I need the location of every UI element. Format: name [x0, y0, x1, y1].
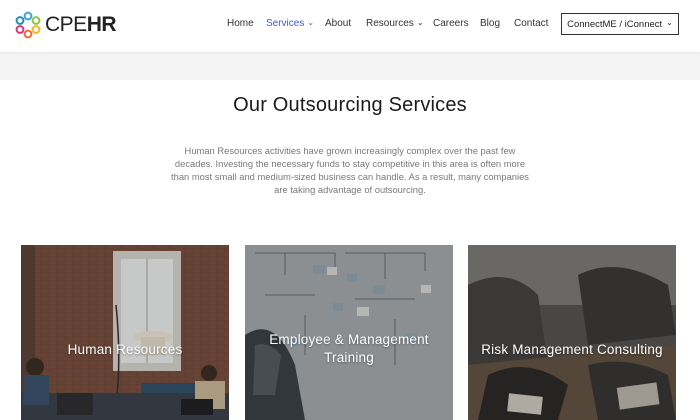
- service-card-human-resources[interactable]: Human Resources: [21, 245, 229, 420]
- nav-item-about[interactable]: About: [325, 18, 351, 29]
- chevron-down-icon: ⌄: [416, 17, 424, 27]
- card-label: Risk Management Consulting: [481, 342, 663, 357]
- header-band: [0, 52, 700, 80]
- nav-item-blog[interactable]: Blog: [480, 18, 500, 29]
- nav-item-label: About: [325, 18, 352, 29]
- nav-item-careers[interactable]: Careers: [433, 18, 469, 29]
- nav-item-label: Resources: [366, 18, 414, 29]
- intro-text: Human Resources activities have grown in…: [171, 145, 529, 196]
- chevron-down-icon: ⌄: [307, 17, 315, 27]
- nav-item-label: Home: [227, 18, 254, 29]
- card-label: Employee & Management Training: [269, 332, 429, 366]
- connect-me-button[interactable]: ConnectME / iConnect ⌄: [561, 13, 679, 35]
- service-card-risk-management[interactable]: Risk Management Consulting: [468, 245, 676, 420]
- card-overlay: [21, 245, 229, 420]
- nav-item-label: Blog: [480, 18, 501, 29]
- service-card-training[interactable]: Employee & Management Training: [245, 245, 453, 420]
- site-header: CPEHR Home Services ⌄ About Resources ⌄ …: [0, 0, 700, 52]
- nav-item-label: Contact: [514, 18, 549, 29]
- nav-item-home[interactable]: Home: [227, 18, 254, 29]
- nav-item-services[interactable]: Services ⌄: [266, 18, 314, 29]
- connect-me-label: ConnectME / iConnect: [567, 18, 663, 30]
- page-title: Our Outsourcing Services: [233, 94, 467, 116]
- chevron-down-icon: ⌄: [666, 18, 673, 27]
- nav-item-label: Services: [266, 18, 305, 29]
- nav-item-label: Careers: [433, 18, 469, 29]
- card-label: Human Resources: [67, 342, 183, 357]
- nav-item-contact[interactable]: Contact: [514, 18, 548, 29]
- card-overlay: [468, 245, 676, 420]
- nav-item-resources[interactable]: Resources ⌄: [366, 18, 424, 29]
